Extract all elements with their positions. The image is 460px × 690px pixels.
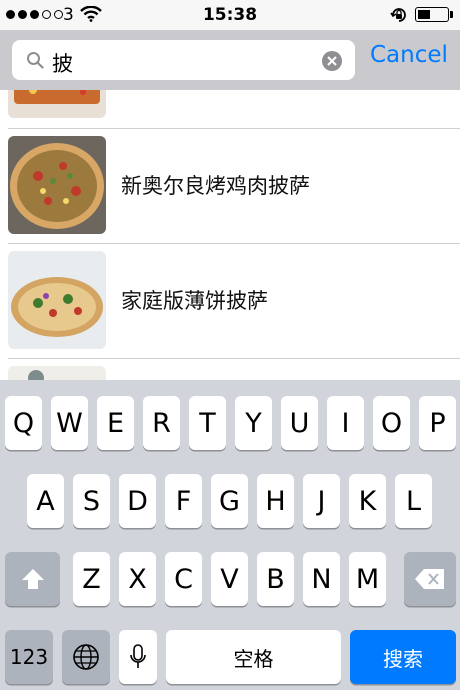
globe-key[interactable] xyxy=(62,630,110,684)
key-r[interactable]: R xyxy=(143,396,180,450)
cancel-button[interactable]: Cancel xyxy=(370,42,448,68)
key-c[interactable]: C xyxy=(165,552,202,606)
delete-key[interactable] xyxy=(404,552,456,606)
key-y[interactable]: Y xyxy=(235,396,272,450)
close-icon xyxy=(327,56,337,66)
key-t[interactable]: T xyxy=(189,396,226,450)
key-z[interactable]: Z xyxy=(73,552,110,606)
key-g[interactable]: G xyxy=(211,474,248,528)
key-m[interactable]: M xyxy=(349,552,386,606)
key-w[interactable]: W xyxy=(51,396,88,450)
numbers-key[interactable]: 123 xyxy=(5,630,53,684)
key-s[interactable]: S xyxy=(73,474,110,528)
search-query-text: 披 xyxy=(52,52,73,76)
backspace-icon xyxy=(415,569,444,589)
key-i[interactable]: I xyxy=(327,396,364,450)
key-x[interactable]: X xyxy=(119,552,156,606)
key-v[interactable]: V xyxy=(211,552,248,606)
list-item[interactable] xyxy=(0,90,460,127)
battery-level xyxy=(418,10,431,19)
battery-icon xyxy=(415,7,449,22)
search-key[interactable]: 搜索 xyxy=(350,630,456,684)
list-item[interactable]: 新奥尔良烤鸡肉披萨 xyxy=(0,128,460,243)
search-bar: 披 Cancel xyxy=(0,30,460,90)
pizza-icon xyxy=(8,366,106,380)
list-item[interactable] xyxy=(0,358,460,380)
keyboard: 123 空格 搜索 QWERTYUIOP ASDFGHJKL ZXCVBNM xyxy=(0,380,460,690)
globe-icon xyxy=(73,644,99,670)
key-a[interactable]: A xyxy=(27,474,64,528)
pizza-icon xyxy=(8,136,106,234)
rotation-lock-icon xyxy=(390,8,406,22)
microphone-icon xyxy=(130,644,146,668)
key-h[interactable]: H xyxy=(257,474,294,528)
key-o[interactable]: O xyxy=(373,396,410,450)
results-list: 新奥尔良烤鸡肉披萨 家庭版薄饼披萨 xyxy=(0,90,460,380)
key-f[interactable]: F xyxy=(165,474,202,528)
pizza-icon xyxy=(8,90,106,118)
pizza-icon xyxy=(8,251,106,349)
search-icon xyxy=(27,52,44,69)
search-input[interactable]: 披 xyxy=(12,40,355,80)
dictation-key[interactable] xyxy=(119,630,157,684)
clear-search-button[interactable] xyxy=(322,51,342,71)
key-u[interactable]: U xyxy=(281,396,318,450)
key-q[interactable]: Q xyxy=(5,396,42,450)
key-l[interactable]: L xyxy=(395,474,432,528)
list-item[interactable]: 家庭版薄饼披萨 xyxy=(0,243,460,358)
shift-icon xyxy=(21,569,44,589)
list-item-title: 新奥尔良烤鸡肉披萨 xyxy=(121,174,310,198)
key-j[interactable]: J xyxy=(303,474,340,528)
key-b[interactable]: B xyxy=(257,552,294,606)
key-e[interactable]: E xyxy=(97,396,134,450)
key-k[interactable]: K xyxy=(349,474,386,528)
status-bar: 3 15:38 xyxy=(0,0,460,30)
list-item-title: 家庭版薄饼披萨 xyxy=(121,289,268,313)
shift-key[interactable] xyxy=(5,552,60,606)
key-p[interactable]: P xyxy=(419,396,456,450)
key-n[interactable]: N xyxy=(303,552,340,606)
key-d[interactable]: D xyxy=(119,474,156,528)
space-key[interactable]: 空格 xyxy=(166,630,341,684)
